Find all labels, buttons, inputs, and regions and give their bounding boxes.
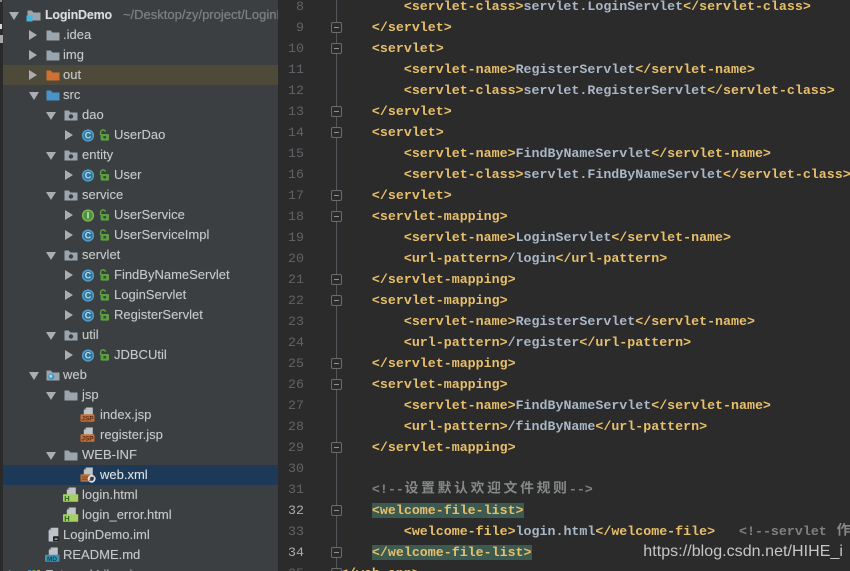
svg-text:JSP: JSP bbox=[81, 416, 94, 423]
svg-text:C: C bbox=[84, 131, 91, 141]
svg-text:C: C bbox=[84, 351, 91, 361]
svg-text:H: H bbox=[64, 514, 69, 523]
svg-text:MD: MD bbox=[47, 556, 57, 563]
svg-text:C: C bbox=[84, 231, 91, 241]
svg-text:JSP: JSP bbox=[81, 436, 94, 443]
svg-text:C: C bbox=[84, 271, 91, 281]
svg-text:C: C bbox=[84, 171, 91, 181]
svg-text:H: H bbox=[64, 494, 69, 503]
svg-text:C: C bbox=[84, 291, 91, 301]
svg-text:C: C bbox=[84, 311, 91, 321]
svg-text:I: I bbox=[86, 211, 89, 221]
